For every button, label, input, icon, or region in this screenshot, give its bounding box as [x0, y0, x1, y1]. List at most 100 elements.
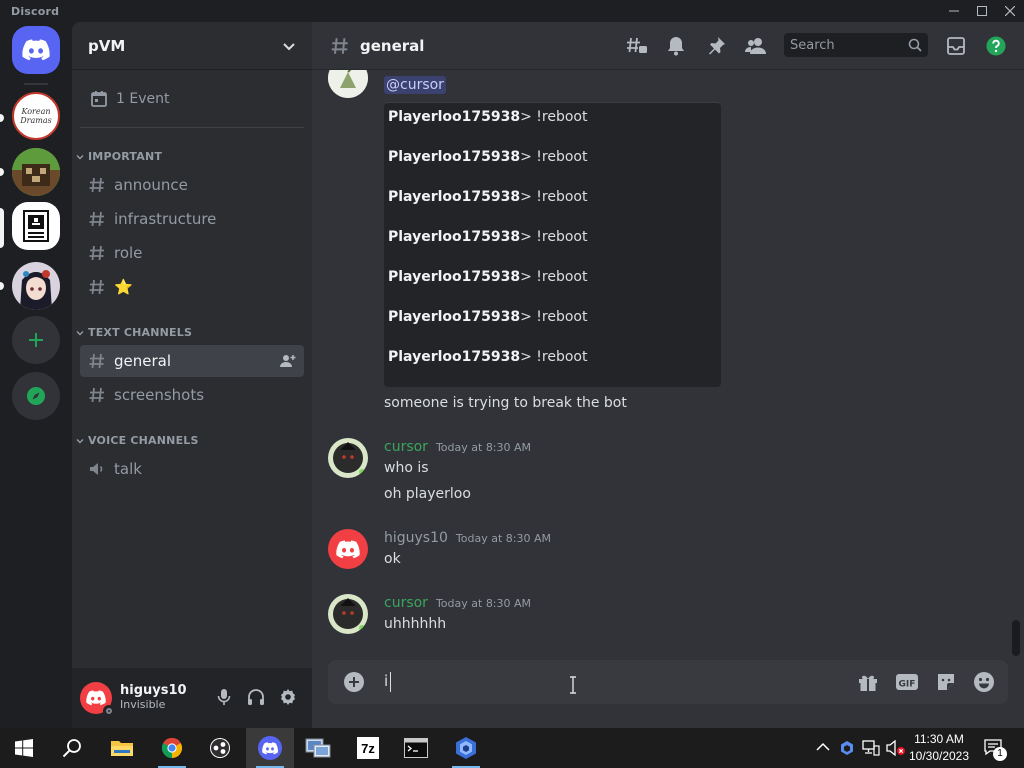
- upload-button[interactable]: [344, 672, 364, 692]
- server-pvm[interactable]: [12, 202, 60, 250]
- code-block: Playerloo175938> !reboot Playerloo175938…: [384, 102, 721, 387]
- category-label: IMPORTANT: [88, 150, 163, 163]
- clock-date: 10/30/2023: [908, 749, 970, 763]
- 7zip-button[interactable]: 7z: [344, 728, 392, 768]
- explore-servers-button[interactable]: [12, 372, 60, 420]
- server-korean-dramas[interactable]: Korean Dramas: [12, 92, 60, 140]
- hash-icon: [89, 279, 104, 295]
- unread-indicator: [0, 114, 4, 122]
- file-explorer-button[interactable]: [98, 728, 146, 768]
- channel-screenshots[interactable]: screenshots: [80, 379, 304, 411]
- author-name[interactable]: cursor: [384, 595, 428, 611]
- title-bar: Discord: [0, 0, 1024, 22]
- close-button[interactable]: [996, 0, 1024, 22]
- maximize-button[interactable]: [968, 0, 996, 22]
- gift-icon[interactable]: [857, 671, 879, 693]
- chevron-down-icon: [76, 154, 84, 159]
- direct-messages-button[interactable]: [12, 26, 60, 74]
- minimize-button[interactable]: [940, 0, 968, 22]
- start-button[interactable]: [0, 728, 48, 768]
- discord-logo-icon: [22, 39, 50, 61]
- obs-icon: [210, 738, 230, 758]
- help-icon[interactable]: [986, 36, 1006, 56]
- channel-announce[interactable]: announce: [80, 169, 304, 201]
- discord-icon: [258, 736, 282, 760]
- search-input[interactable]: Search: [784, 33, 928, 57]
- threads-icon[interactable]: [626, 36, 648, 56]
- avatar[interactable]: [328, 529, 368, 569]
- inbox-icon[interactable]: [946, 36, 966, 56]
- author-name[interactable]: higuys10: [384, 530, 448, 546]
- 7zip-icon: 7z: [357, 737, 379, 759]
- code-cmd: > !reboot: [520, 109, 588, 125]
- code-line: Playerloo175938> !reboot: [388, 189, 587, 205]
- file-explorer-icon: [111, 741, 133, 756]
- channel-sidebar: pVM 1 Event IMPORTANT announce infrastru…: [72, 22, 312, 728]
- channel-general[interactable]: general: [80, 345, 304, 377]
- channel-star[interactable]: ⭐: [80, 271, 304, 303]
- sticker-icon[interactable]: [935, 671, 957, 693]
- code-line: Playerloo175938> !reboot: [388, 309, 587, 325]
- code-cmd: > !reboot: [520, 349, 588, 365]
- copilot-button[interactable]: [442, 728, 490, 768]
- gif-icon[interactable]: GIF: [895, 671, 919, 693]
- user-panel: higuys10 Invisible: [72, 668, 312, 728]
- channel-label: screenshots: [114, 386, 205, 404]
- channel-talk[interactable]: talk: [80, 453, 304, 485]
- speaker-icon: [90, 463, 103, 475]
- discord-logo-icon: [336, 539, 360, 558]
- code-user: Playerloo175938: [388, 109, 521, 125]
- search-button[interactable]: [48, 728, 96, 768]
- compass-icon: [27, 387, 45, 405]
- server-anime[interactable]: [12, 262, 60, 310]
- sidebar-divider: [80, 127, 304, 128]
- pin-icon[interactable]: [706, 36, 726, 56]
- channel-role[interactable]: role: [80, 237, 304, 269]
- chrome-button[interactable]: [148, 728, 196, 768]
- creeper-icon: [12, 148, 60, 196]
- svg-text:GIF: GIF: [899, 680, 916, 690]
- chevron-up-icon[interactable]: [816, 742, 830, 752]
- channel-label: infrastructure: [114, 210, 217, 228]
- search-icon: [908, 38, 922, 52]
- headphones-icon[interactable]: [247, 688, 265, 706]
- tray-app-icon[interactable]: [839, 740, 855, 756]
- discord-taskbar-button[interactable]: [246, 728, 294, 768]
- obs-button[interactable]: [196, 728, 244, 768]
- category-important[interactable]: IMPORTANT: [76, 150, 162, 163]
- user-mention[interactable]: @cursor: [384, 76, 446, 94]
- network-status-icon[interactable]: [862, 740, 880, 756]
- member-list-icon[interactable]: [745, 36, 767, 56]
- channel-infrastructure[interactable]: infrastructure: [80, 203, 304, 235]
- avatar[interactable]: [328, 438, 368, 478]
- timestamp: Today at 8:30 AM: [435, 441, 532, 454]
- user-status: Invisible: [120, 698, 166, 711]
- code-user: Playerloo175938: [388, 189, 521, 205]
- category-voice-channels[interactable]: VOICE CHANNELS: [76, 434, 199, 447]
- gear-icon[interactable]: [279, 688, 297, 706]
- notification-center-button[interactable]: 1: [984, 738, 1007, 761]
- add-server-button[interactable]: [12, 316, 60, 364]
- server-icon-text: Korean Dramas: [20, 107, 52, 125]
- network-icon: [305, 738, 331, 758]
- create-invite-icon[interactable]: [280, 353, 296, 369]
- network-settings-button[interactable]: [294, 728, 342, 768]
- volume-muted-icon[interactable]: [886, 740, 906, 756]
- scrollbar-thumb[interactable]: [1012, 620, 1020, 656]
- avatar[interactable]: [80, 682, 115, 717]
- clock[interactable]: 11:30 AM 10/30/2023: [908, 731, 970, 765]
- server-creeper[interactable]: [12, 148, 60, 196]
- emoji-icon[interactable]: [973, 671, 995, 693]
- events-button[interactable]: 1 Event: [80, 82, 304, 116]
- pvm-server-icon: [23, 210, 49, 242]
- avatar[interactable]: [328, 594, 368, 634]
- terminal-button[interactable]: [392, 728, 440, 768]
- avatar[interactable]: [328, 70, 368, 98]
- timestamp: Today at 8:30 AM: [435, 597, 532, 610]
- category-text-channels[interactable]: TEXT CHANNELS: [76, 326, 192, 339]
- server-header[interactable]: pVM: [72, 22, 312, 70]
- author-name[interactable]: cursor: [384, 439, 428, 455]
- message-input[interactable]: i GIF: [328, 660, 1008, 704]
- bell-icon[interactable]: [667, 36, 685, 56]
- microphone-icon[interactable]: [216, 688, 232, 706]
